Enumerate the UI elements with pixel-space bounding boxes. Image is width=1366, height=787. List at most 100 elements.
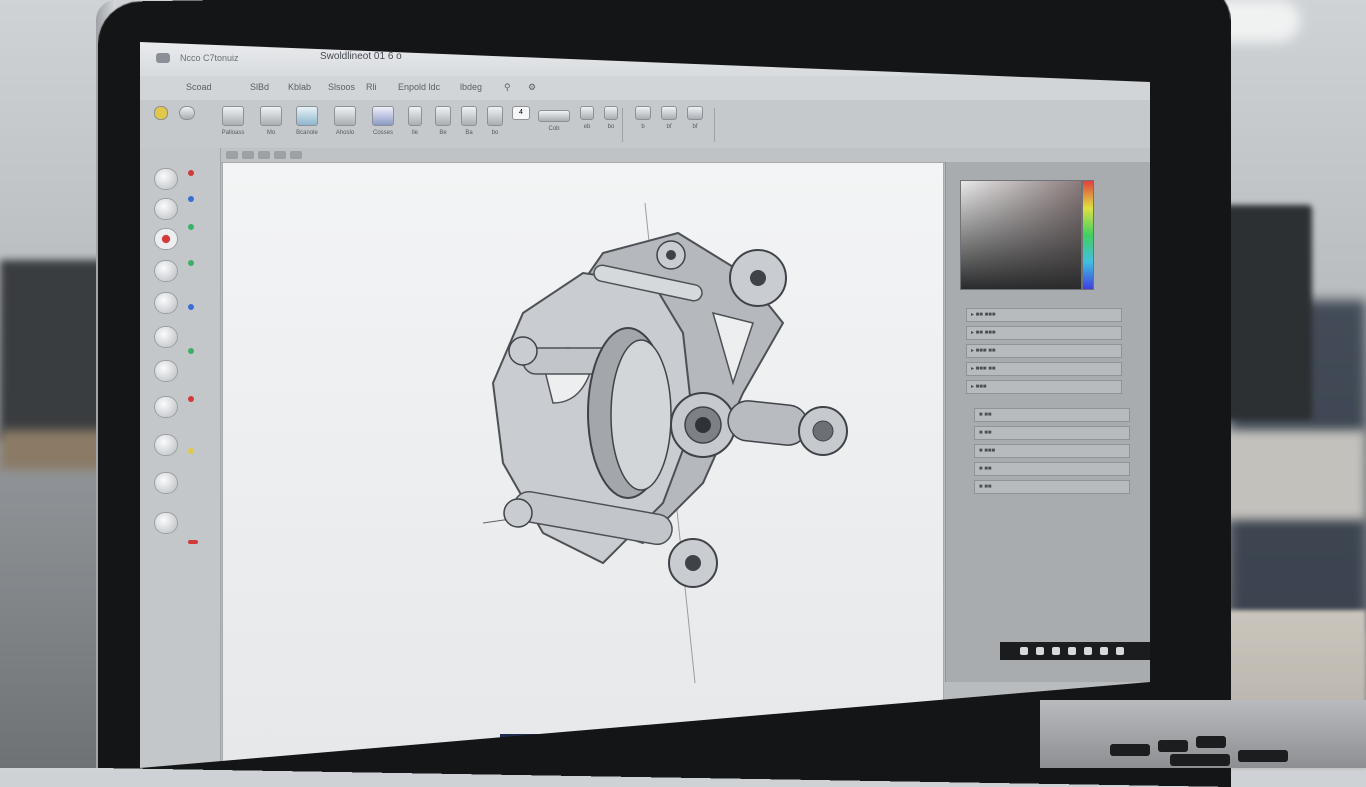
ribbon-button-pattern[interactable]: Cob (536, 106, 572, 142)
keyboard-key (1110, 744, 1150, 756)
property-row[interactable]: ▸ ■■■ ■■ (966, 362, 1122, 376)
tab-handle[interactable] (258, 151, 270, 159)
tray-icon[interactable] (1068, 647, 1076, 655)
property-row[interactable]: ▸ ■■ ■■■ (966, 308, 1122, 322)
property-row[interactable]: ▸ ■■ ■■■ (966, 326, 1122, 340)
menu-person-icon[interactable]: ⚲ (504, 82, 511, 93)
ribbon-button-extrude[interactable]: Bcanole (292, 106, 322, 142)
shape-tool-button[interactable] (154, 260, 178, 282)
3d-viewport[interactable] (222, 162, 944, 764)
ribbon-label: bf (692, 124, 698, 130)
select-tool-button[interactable] (154, 168, 178, 190)
menu-item-kblab[interactable]: Kblab (288, 82, 311, 92)
menu-settings-icon[interactable]: ⚙ (528, 82, 536, 93)
hole-icon (604, 106, 618, 120)
property-row[interactable]: ▸ ■■■ (966, 380, 1122, 394)
app-name: Ncco C7tonuiz (180, 53, 239, 63)
tray-icon[interactable] (1116, 647, 1124, 655)
menu-item-slbd[interactable]: SlBd (250, 82, 269, 92)
tray-icon[interactable] (1100, 647, 1108, 655)
feature-tree-row[interactable]: ■ ■■ (974, 426, 1130, 440)
layer-color-dot[interactable] (188, 448, 194, 454)
layer-color-dot[interactable] (188, 260, 194, 266)
zoom-tool-button[interactable] (154, 396, 178, 418)
quick-access-button[interactable] (150, 106, 172, 142)
mount-boss (503, 498, 533, 528)
status-tray (1000, 642, 1150, 660)
app-logo-icon (156, 53, 170, 63)
view-iso-icon (661, 106, 677, 120)
menu-item-lbdeg[interactable]: lbdeg (460, 82, 482, 92)
tab-handle[interactable] (290, 151, 302, 159)
part-icon (222, 106, 244, 126)
left-tool-palette (140, 148, 221, 768)
keyboard-key (1158, 740, 1188, 752)
ribbon-toolbar: Palloass Mo Bcanole Ahoslo Cosses lle Be… (140, 100, 1150, 149)
pan-tool-button[interactable] (154, 360, 178, 382)
ribbon-label: Bcanole (296, 130, 318, 136)
layer-color-dot[interactable] (188, 224, 194, 230)
extrude-icon (296, 106, 318, 126)
tray-icon[interactable] (1036, 647, 1044, 655)
measure-tool-button[interactable] (154, 292, 178, 314)
bearing-ring-inner (610, 339, 672, 491)
laptop-keyboard-deck (1040, 700, 1366, 768)
mount-boss-hole (666, 250, 676, 260)
record-tool-button[interactable] (154, 228, 178, 250)
laptop-screen: Ncco C7tonuiz Swoldlineot 01 6 o — □ ✕ S… (140, 42, 1150, 768)
properties-panel: ▸ ■■ ■■■ ▸ ■■ ■■■ ▸ ■■■ ■■ ▸ ■■■ ■■ ▸ ■■… (945, 162, 1150, 682)
tab-handle[interactable] (226, 151, 238, 159)
tab-handle[interactable] (274, 151, 286, 159)
loft-icon (372, 106, 394, 126)
layer-color-dot[interactable] (188, 196, 194, 202)
home-icon (179, 106, 195, 120)
mirror-icon (580, 106, 594, 120)
ribbon-button-revolve[interactable]: Ahoslo (330, 106, 360, 142)
appearance-tool-button[interactable] (154, 472, 178, 494)
feature-tree-row[interactable]: ■ ■■■ (974, 444, 1130, 458)
section-tool-button[interactable] (154, 434, 178, 456)
feature-tree-row[interactable]: ■ ■■ (974, 462, 1130, 476)
tab-handle[interactable] (242, 151, 254, 159)
menu-item-slsoos[interactable]: Slsoos (328, 82, 355, 92)
layer-color-dot[interactable] (188, 304, 194, 310)
tray-icon[interactable] (1020, 647, 1028, 655)
keyboard-key (1238, 750, 1288, 762)
ribbon-button-part[interactable]: Palloass (218, 106, 248, 142)
adjust-knob (508, 336, 538, 366)
home-button[interactable] (176, 106, 198, 142)
ribbon-label: Palloass (221, 130, 245, 136)
cad-model[interactable] (223, 163, 943, 763)
layer-color-dot[interactable] (188, 348, 194, 354)
ribbon-button-view-right[interactable]: bf (680, 106, 710, 142)
background-desk-left (0, 430, 110, 470)
menu-item-scoad[interactable]: Scoad (186, 82, 212, 92)
feature-tree-row[interactable]: ■ ■■ (974, 480, 1130, 494)
layer-color-dot[interactable] (188, 396, 194, 402)
tray-icon[interactable] (1052, 647, 1060, 655)
ribbon-label: lle (411, 130, 418, 136)
ribbon-button-dimension[interactable]: 4 (506, 106, 536, 142)
menu-item-enpold[interactable]: Enpold ldc (398, 82, 440, 92)
feature-tree-row[interactable]: ■ ■■ (974, 408, 1130, 422)
layer-color-dot[interactable] (188, 170, 194, 176)
ribbon-button-sweep[interactable]: lle (400, 106, 430, 142)
sketch-icon (260, 106, 282, 126)
property-row[interactable]: ▸ ■■■ ■■ (966, 344, 1122, 358)
render-tool-button[interactable] (154, 512, 178, 534)
layer-color-dot[interactable] (188, 540, 198, 544)
tray-icon[interactable] (1084, 647, 1092, 655)
pattern-icon (538, 110, 570, 122)
keyboard-key (1170, 754, 1230, 766)
menu-item-rli[interactable]: Rli (366, 82, 377, 92)
menu-bar: Scoad SlBd Kblab Slsoos Rli Enpold ldc l… (140, 76, 1150, 101)
ribbon-button-sketch[interactable]: Mo (256, 106, 286, 142)
line-tool-button[interactable] (154, 198, 178, 220)
ribbon-button-loft[interactable]: Cosses (368, 106, 398, 142)
ribbon-label: Cob (548, 126, 560, 132)
rotate-tool-button[interactable] (154, 326, 178, 348)
hue-slider[interactable] (1082, 180, 1094, 290)
color-picker-field[interactable] (960, 180, 1082, 290)
view-right-icon (687, 106, 703, 120)
sweep-icon (408, 106, 422, 126)
